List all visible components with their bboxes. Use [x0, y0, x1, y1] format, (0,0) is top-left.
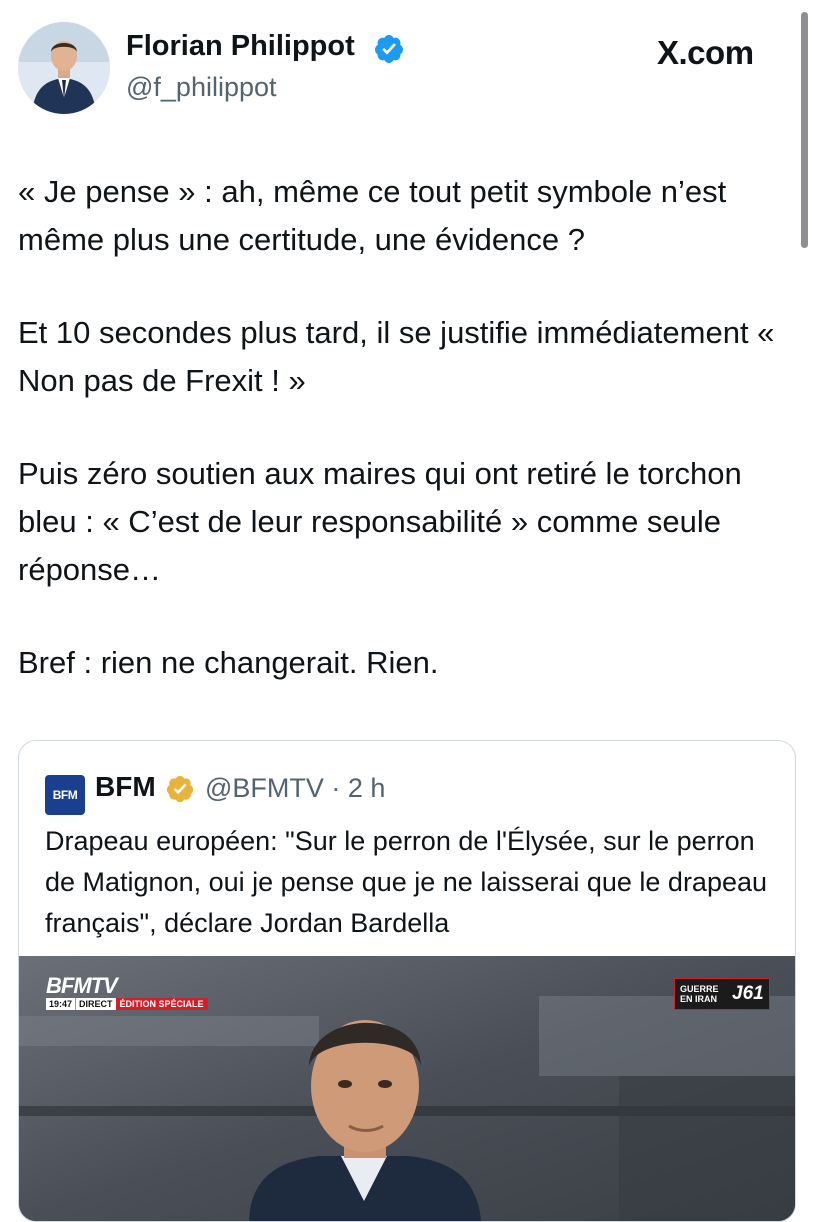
author-name[interactable]: Florian Philippot: [126, 30, 355, 63]
guerre-line-2: EN IRAN: [680, 994, 718, 1004]
tweet-text: « Je pense » : ah, même ce tout petit sy…: [18, 168, 788, 687]
guerre-en-iran-badge: GUERRE EN IRAN J61: [674, 978, 770, 1010]
tweet-paragraph: « Je pense » : ah, même ce tout petit sy…: [18, 174, 727, 257]
scrollbar[interactable]: [801, 12, 808, 248]
quoted-handle-time[interactable]: @BFMTV · 2 h: [205, 773, 385, 804]
avatar-image: [18, 22, 110, 114]
broadcast-time: 19:47: [46, 998, 76, 1010]
direct-label: DIRECT: [75, 998, 116, 1010]
avatar[interactable]: [18, 22, 110, 114]
quoted-tweet-card[interactable]: BFM BFM @BFMTV · 2 h Drapeau européen: "…: [18, 740, 796, 1222]
quoted-author-name[interactable]: BFM: [95, 771, 156, 803]
author-handle[interactable]: @f_philippot: [126, 72, 277, 103]
tweet-paragraph: Puis zéro soutien aux maires qui ont ret…: [18, 456, 742, 587]
tweet-paragraph: Bref : rien ne changerait. Rien.: [18, 645, 439, 680]
bfmtv-channel-logo: BFMTV: [46, 973, 118, 998]
gold-verified-badge-icon: [166, 775, 194, 803]
tweet-paragraph: Et 10 secondes plus tard, il se justifie…: [18, 315, 775, 398]
guerre-line-1: GUERRE: [680, 984, 719, 994]
broadcast-banner: 19:47 DIRECT ÉDITION SPÉCIALE: [46, 998, 208, 1010]
edition-label: ÉDITION SPÉCIALE: [115, 998, 208, 1010]
x-com-logo: X.com: [657, 34, 754, 71]
quoted-tweet-text: Drapeau européen: "Sur le perron de l'Él…: [45, 826, 768, 938]
guerre-label: GUERRE EN IRAN: [680, 984, 728, 1004]
day-counter: J61: [732, 983, 764, 1004]
verified-badge-icon: [374, 35, 403, 63]
quoted-media-video[interactable]: BFMTV 19:47 DIRECT ÉDITION SPÉCIALE GUER…: [19, 956, 795, 1221]
bfm-avatar[interactable]: BFM: [45, 775, 85, 815]
